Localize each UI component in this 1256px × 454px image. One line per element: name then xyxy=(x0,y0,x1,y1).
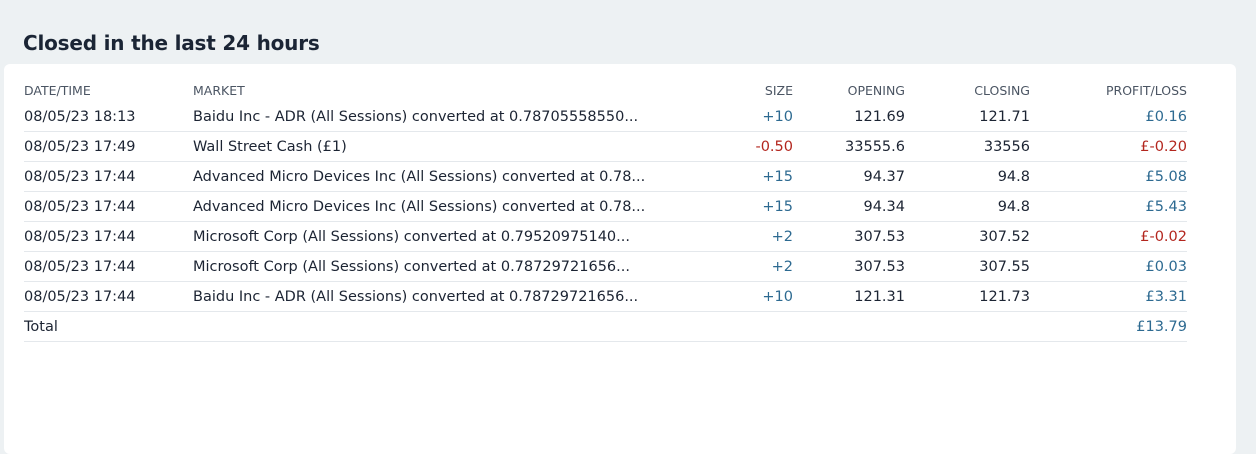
total-label: Total xyxy=(24,311,193,342)
market-name: Advanced Micro Devices Inc (All Sessions… xyxy=(193,168,646,185)
cell-opening: 33555.6 xyxy=(793,131,905,162)
cell-profit-loss: £5.08 xyxy=(1030,161,1187,192)
cell-opening: 94.34 xyxy=(793,191,905,222)
market-name: Baidu Inc - ADR (All Sessions) converted… xyxy=(193,288,639,305)
total-profit-loss: £13.79 xyxy=(1030,311,1187,342)
cell-profit-loss: £0.16 xyxy=(1030,102,1187,132)
cell-closing: 94.8 xyxy=(905,191,1030,222)
total-empty-cell xyxy=(193,311,655,342)
page-title: Closed in the last 24 hours xyxy=(23,31,320,55)
cell-datetime: 08/05/23 17:44 xyxy=(24,191,193,222)
cell-closing: 307.55 xyxy=(905,251,1030,282)
table-row[interactable]: 08/05/23 17:44 Advanced Micro Devices In… xyxy=(24,161,1187,192)
cell-opening: 307.53 xyxy=(793,251,905,282)
cell-market: Advanced Micro Devices Inc (All Sessions… xyxy=(193,191,655,222)
cell-datetime: 08/05/23 17:44 xyxy=(24,251,193,282)
total-empty-cell xyxy=(905,311,1030,342)
header-opening: OPENING xyxy=(847,82,905,98)
table-row[interactable]: 08/05/23 17:49 Wall Street Cash (£1) -0.… xyxy=(24,131,1187,162)
table-row[interactable]: 08/05/23 17:44 Microsoft Corp (All Sessi… xyxy=(24,221,1187,252)
total-row: Total £13.79 xyxy=(24,311,1187,342)
cell-opening: 121.69 xyxy=(793,102,905,132)
cell-closing: 33556 xyxy=(905,131,1030,162)
table-row[interactable]: 08/05/23 17:44 Microsoft Corp (All Sessi… xyxy=(24,251,1187,282)
market-name: Microsoft Corp (All Sessions) converted … xyxy=(193,258,630,275)
cell-size: +2 xyxy=(655,251,793,282)
table-row[interactable]: 08/05/23 17:44 Advanced Micro Devices In… xyxy=(24,191,1187,222)
cell-closing: 307.52 xyxy=(905,221,1030,252)
market-name: Advanced Micro Devices Inc (All Sessions… xyxy=(193,198,646,215)
cell-opening: 121.31 xyxy=(793,281,905,312)
cell-datetime: 08/05/23 17:44 xyxy=(24,161,193,192)
cell-opening: 94.37 xyxy=(793,161,905,192)
cell-market: Baidu Inc - ADR (All Sessions) converted… xyxy=(193,281,655,312)
cell-size: +10 xyxy=(655,102,793,132)
cell-market: Baidu Inc - ADR (All Sessions) converted… xyxy=(193,102,655,132)
cell-datetime: 08/05/23 18:13 xyxy=(24,102,193,132)
cell-size: -0.50 xyxy=(655,131,793,162)
market-name: Microsoft Corp (All Sessions) converted … xyxy=(193,228,630,245)
market-name: Wall Street Cash (£1) xyxy=(193,138,347,155)
cell-profit-loss: £5.43 xyxy=(1030,191,1187,222)
cell-profit-loss: £-0.20 xyxy=(1030,131,1187,162)
total-empty-cell xyxy=(655,311,793,342)
cell-profit-loss: £0.03 xyxy=(1030,251,1187,282)
cell-market: Microsoft Corp (All Sessions) converted … xyxy=(193,251,655,282)
cell-market: Wall Street Cash (£1) xyxy=(193,131,655,162)
cell-market: Microsoft Corp (All Sessions) converted … xyxy=(193,221,655,252)
cell-opening: 307.53 xyxy=(793,221,905,252)
market-name: Baidu Inc - ADR (All Sessions) converted… xyxy=(193,108,639,125)
cell-datetime: 08/05/23 17:44 xyxy=(24,281,193,312)
cell-datetime: 08/05/23 17:44 xyxy=(24,221,193,252)
closed-positions-table: DATE/TIME MARKET SIZE OPENING CLOSING PR… xyxy=(24,78,1187,342)
header-market: MARKET xyxy=(193,82,245,98)
header-closing: CLOSING xyxy=(974,82,1030,98)
table-row[interactable]: 08/05/23 17:44 Baidu Inc - ADR (All Sess… xyxy=(24,281,1187,312)
header-datetime: DATE/TIME xyxy=(24,82,91,98)
cell-size: +10 xyxy=(655,281,793,312)
cell-datetime: 08/05/23 17:49 xyxy=(24,131,193,162)
cell-market: Advanced Micro Devices Inc (All Sessions… xyxy=(193,161,655,192)
header-size: SIZE xyxy=(764,82,793,98)
header-profit-loss: PROFIT/LOSS xyxy=(1105,82,1187,98)
closed-positions-card: DATE/TIME MARKET SIZE OPENING CLOSING PR… xyxy=(4,64,1236,454)
cell-profit-loss: £3.31 xyxy=(1030,281,1187,312)
cell-size: +15 xyxy=(655,191,793,222)
cell-size: +2 xyxy=(655,221,793,252)
table-row[interactable]: 08/05/23 18:13 Baidu Inc - ADR (All Sess… xyxy=(24,102,1187,132)
cell-size: +15 xyxy=(655,161,793,192)
cell-profit-loss: £-0.02 xyxy=(1030,221,1187,252)
cell-closing: 121.71 xyxy=(905,102,1030,132)
table-header-row: DATE/TIME MARKET SIZE OPENING CLOSING PR… xyxy=(24,78,1187,102)
cell-closing: 94.8 xyxy=(905,161,1030,192)
cell-closing: 121.73 xyxy=(905,281,1030,312)
total-empty-cell xyxy=(793,311,905,342)
